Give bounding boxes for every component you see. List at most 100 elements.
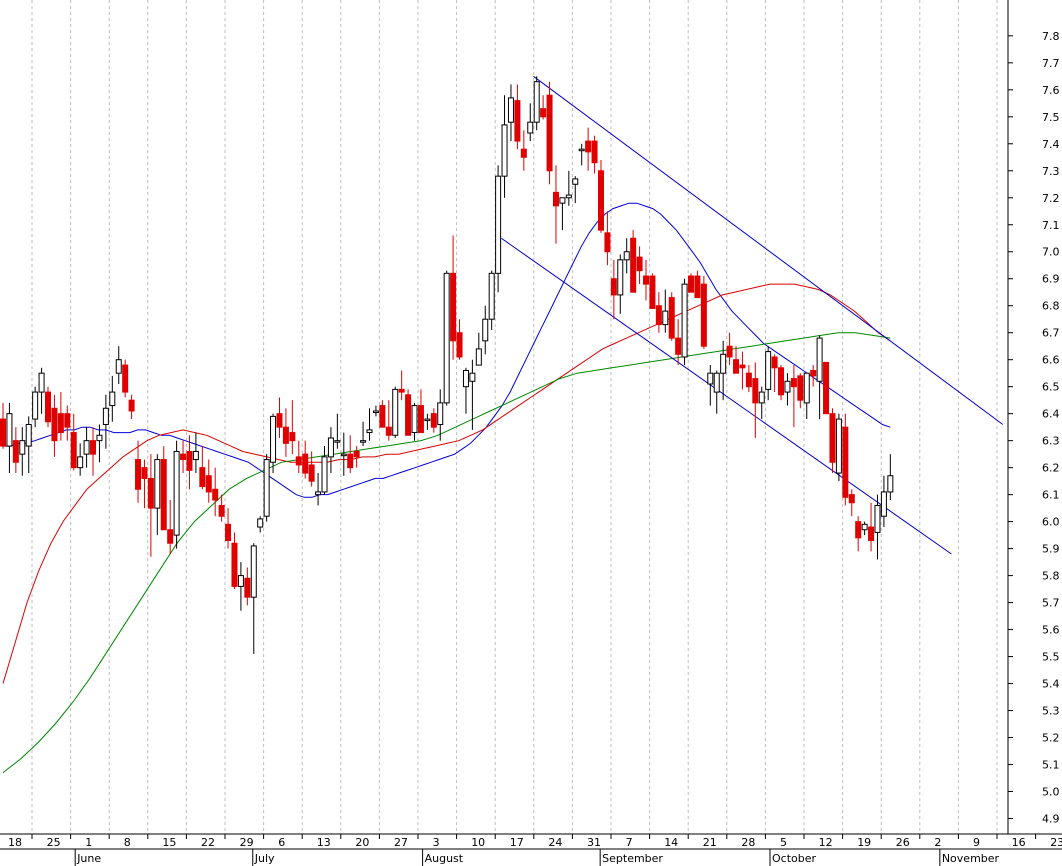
candle-body [507,97,514,123]
candle-body [655,305,662,326]
month-label: July [254,852,275,865]
candle-body [797,375,804,401]
candle-body [398,388,405,393]
candle-body [154,459,161,509]
x-tick-label: 3 [433,836,440,849]
candle-body [147,477,154,509]
candle-body [424,418,431,422]
candle-body [392,388,399,436]
x-tick-label: 21 [703,836,717,849]
candle-body [868,526,875,542]
candle-body [688,275,695,293]
candle-body [289,432,296,442]
y-tick-label: 6.6 [1042,354,1060,367]
x-tick-label: 2 [934,836,941,849]
y-tick-label: 6.2 [1042,462,1060,475]
candle-body [778,367,785,396]
candle-body [578,148,585,152]
candle-body [308,464,315,482]
candle-body [77,456,84,469]
candle-body [366,429,373,434]
y-tick-label: 6.7 [1042,327,1060,340]
x-tick-label: 15 [162,836,176,849]
candle-body [829,413,836,463]
x-tick-label: 22 [201,836,215,849]
candle-body [630,237,637,293]
candle-body [572,178,579,185]
candle-body [720,353,727,374]
candle-body [25,423,32,447]
candle-body [250,545,257,598]
candle-body [495,175,502,274]
x-tick-label: 17 [510,836,524,849]
candle-body [83,440,90,455]
x-tick-label: 20 [355,836,369,849]
y-tick-label: 7.7 [1042,57,1060,70]
x-tick-label: 25 [47,836,61,849]
candle-body [823,361,830,415]
x-tick-label: 29 [240,836,254,849]
candle-body [282,426,289,444]
candle-body [758,391,765,404]
x-tick-label: 31 [587,836,601,849]
y-tick-label: 6.8 [1042,300,1060,313]
x-tick-label: 7 [626,836,633,849]
y-tick-label: 7.4 [1042,138,1060,151]
y-tick-label: 7.8 [1042,30,1060,43]
candle-body [102,407,109,425]
month-label: October [772,852,816,865]
y-tick-label: 5.2 [1042,732,1060,745]
candle-body [212,488,219,501]
candle-body [45,391,52,423]
candle-body [784,380,791,393]
candle-body [559,197,566,204]
x-tick-label: 19 [857,836,871,849]
x-tick-label: 13 [317,836,331,849]
month-label: June [76,852,101,865]
candle-body [675,337,682,355]
x-tick-label: 28 [741,836,755,849]
candle-body [327,437,334,458]
candle-body [167,529,174,544]
candle-body [180,453,187,461]
candle-body [585,140,592,153]
candle-body [462,369,469,388]
y-tick-label: 7.3 [1042,165,1060,178]
y-tick-label: 7.1 [1042,219,1060,232]
candle-body [186,450,193,471]
candle-body [552,191,559,207]
candle-body [816,337,823,382]
y-tick-label: 7.6 [1042,84,1060,97]
y-tick-label: 5.6 [1042,624,1060,637]
candle-body [430,413,437,428]
candle-body [649,275,656,309]
y-tick-label: 6.5 [1042,381,1060,394]
y-tick-label: 5.5 [1042,651,1060,664]
x-tick-label: 26 [896,836,910,849]
candle-body [295,456,302,466]
candle-body [565,194,572,199]
candle-body [302,453,309,474]
candle-body [604,232,611,253]
candle-body [623,251,630,261]
x-tick-label: 5 [780,836,787,849]
candle-body [32,391,39,420]
candle-body [597,170,604,231]
candle-body [469,372,476,382]
candle-body [450,272,457,342]
candle-body [51,407,58,442]
candle-body [771,356,778,369]
month-label: November [942,852,1000,865]
candle-body [456,332,463,358]
candle-body [668,297,675,339]
y-tick-label: 4.9 [1042,813,1060,826]
candle-body [636,256,643,272]
candle-body [231,542,238,587]
y-tick-label: 6.3 [1042,435,1060,448]
candle-body [842,426,849,498]
x-tick-label: 8 [124,836,131,849]
candle-body [379,405,386,428]
candle-body [334,440,341,443]
candle-body [475,348,482,366]
candle-body [848,494,855,504]
